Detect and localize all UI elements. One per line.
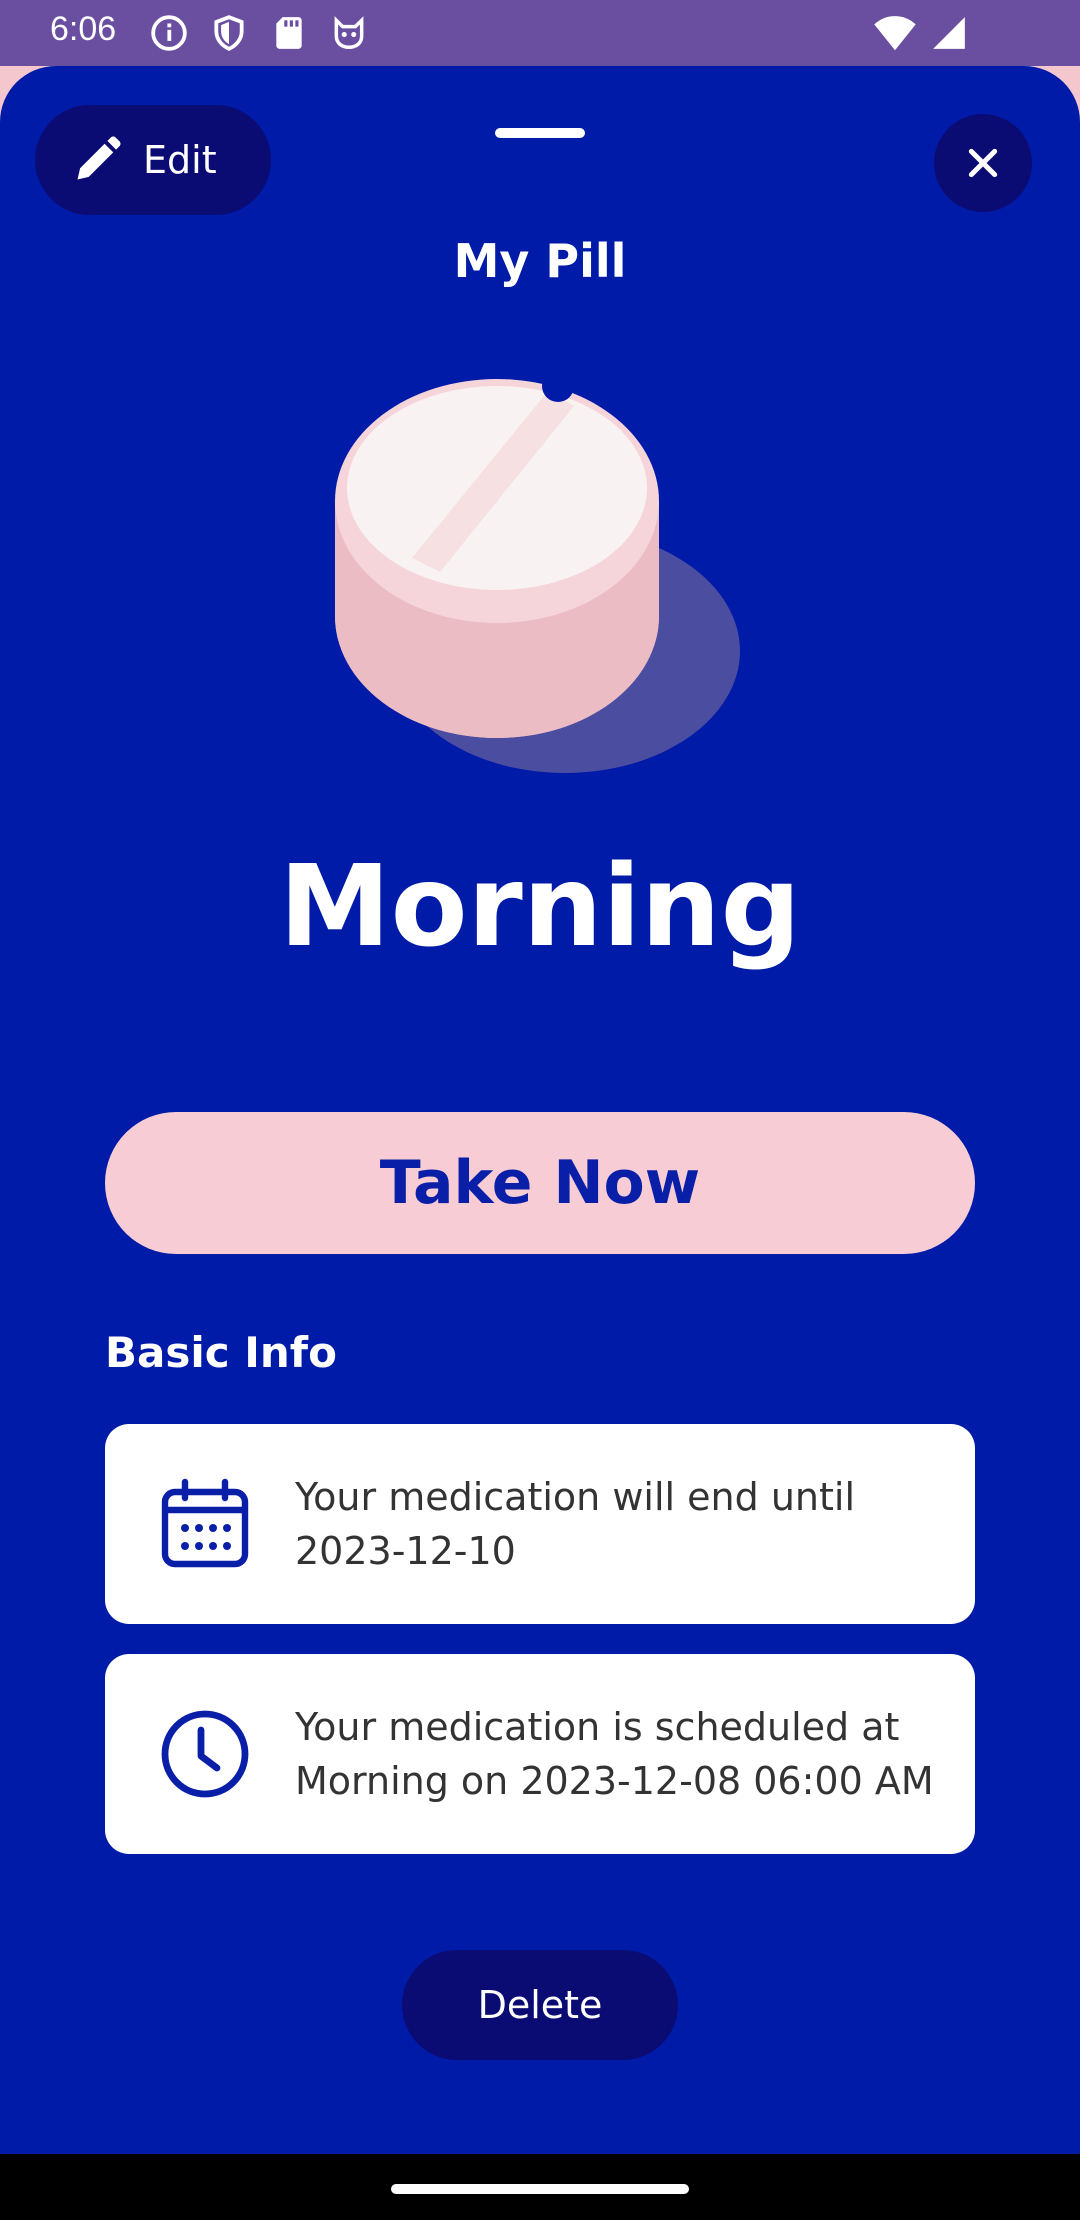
pill-illustration: [335, 370, 740, 773]
basic-info-heading: Basic Info: [105, 1328, 337, 1377]
navigation-bar: [0, 2154, 1080, 2220]
end-date-text: Your medication will end until 2023-12-1…: [295, 1475, 855, 1573]
medication-detail-sheet: Edit My Pill Morning Take Now Basic Info…: [0, 66, 1080, 2154]
end-date-card: Your medication will end until 2023-12-1…: [105, 1424, 975, 1624]
take-now-button[interactable]: Take Now: [105, 1112, 975, 1254]
schedule-card: Your medication is scheduled at Morning …: [105, 1654, 975, 1854]
cat-icon: [334, 16, 364, 49]
status-time: 6:06: [50, 10, 117, 48]
time-of-day-title: Morning: [279, 842, 801, 972]
edit-label: Edit: [143, 138, 217, 182]
status-bar: 6:06: [0, 0, 1080, 66]
calendar-icon: [161, 1478, 249, 1568]
delete-button[interactable]: Delete: [402, 1950, 678, 2060]
status-icons: [150, 14, 368, 52]
drag-handle[interactable]: [495, 128, 585, 138]
status-right: [874, 14, 968, 52]
home-gesture-handle[interactable]: [391, 2184, 689, 2194]
info-icon: [151, 15, 187, 51]
sheet-title: My Pill: [453, 234, 627, 288]
close-button[interactable]: [934, 114, 1032, 212]
signal-icon: [933, 17, 965, 49]
close-icon: [968, 148, 998, 178]
shield-icon: [214, 15, 244, 51]
wifi-icon: [874, 16, 916, 51]
edit-button[interactable]: Edit: [35, 105, 271, 215]
pencil-icon: [77, 136, 121, 180]
schedule-text: Your medication is scheduled at Morning …: [295, 1705, 934, 1803]
sd-card-icon: [276, 17, 302, 49]
clock-icon: [161, 1710, 249, 1798]
